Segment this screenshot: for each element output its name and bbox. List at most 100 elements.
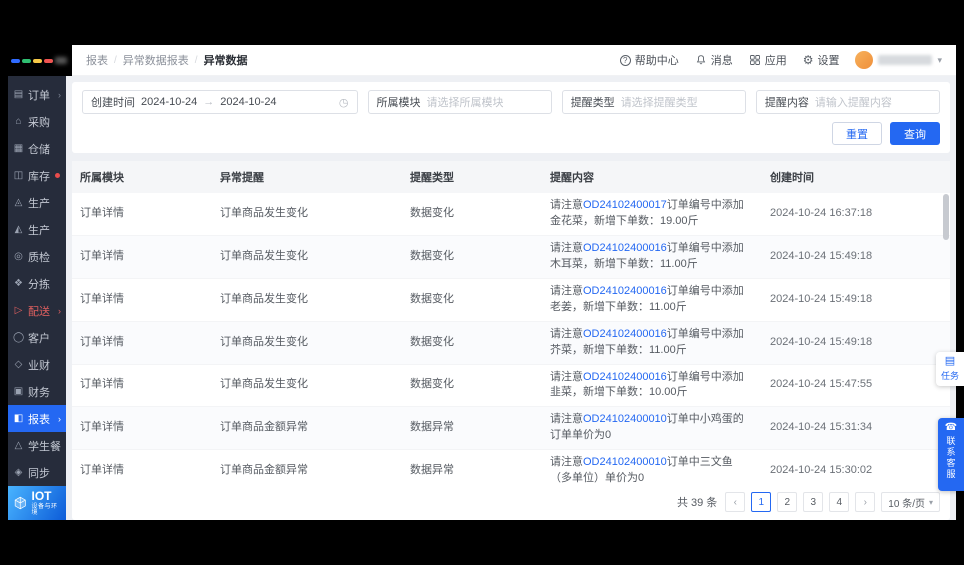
customer-icon: ◯ xyxy=(13,332,24,343)
sidebar-item-production-1[interactable]: ◬ 生产 xyxy=(8,189,66,216)
order-id-link[interactable]: OD24102400010 xyxy=(583,456,667,468)
module-select-label: 所属模块 xyxy=(377,94,421,110)
page-size-select[interactable]: 10 条/页 ▾ xyxy=(881,492,940,512)
sidebar-item-label: 客户 xyxy=(28,330,50,346)
breadcrumb-exception-report[interactable]: 异常数据报表 xyxy=(123,52,189,68)
sidebar-item-label: 业财 xyxy=(28,357,50,373)
sidebar-item-label: 财务 xyxy=(28,384,50,400)
sidebar-item-reports[interactable]: ◧ 报表 › xyxy=(8,405,66,432)
phone-icon: ☎ xyxy=(941,423,961,433)
cell-content: 请注意OD24102400017订单编号中添加金花菜，新增下单数：19.00斤 xyxy=(542,193,762,235)
table-row[interactable]: 订单详情 订单商品金额异常 数据异常 请注意OD24102400010订单中小鸡… xyxy=(72,407,950,450)
sync-icon: ◈ xyxy=(13,467,24,478)
exception-table-card: 所属模块 异常提醒 提醒类型 提醒内容 创建时间 订单详情 订单商品发生变化 数… xyxy=(72,161,950,520)
cell-content: 请注意OD24102400016订单编号中添加木耳菜，新增下单数：11.00斤 xyxy=(542,235,762,278)
table-row[interactable]: 订单详情 订单商品发生变化 数据变化 请注意OD24102400017订单编号中… xyxy=(72,193,950,235)
order-id-link[interactable]: OD24102400010 xyxy=(583,413,667,425)
cell-time: 2024-10-24 15:47:55 xyxy=(762,364,950,407)
sidebar-item-quality[interactable]: ◎ 质检 xyxy=(8,243,66,270)
task-float-label: 任务 xyxy=(939,369,961,382)
page-size-value: 10 条/页 xyxy=(888,495,925,510)
col-created-time: 创建时间 xyxy=(762,161,950,193)
sidebar-item-finance[interactable]: ▣ 财务 xyxy=(8,378,66,405)
sidebar-item-label: 订单 xyxy=(28,87,50,103)
sidebar-item-sorting[interactable]: ❖ 分拣 xyxy=(8,270,66,297)
table-scroll-area[interactable]: 所属模块 异常提醒 提醒类型 提醒内容 创建时间 订单详情 订单商品发生变化 数… xyxy=(72,161,950,484)
next-page-button[interactable]: › xyxy=(855,492,875,512)
chevron-down-icon: ▾ xyxy=(929,498,933,507)
sidebar-item-inventory[interactable]: ◫ 库存 xyxy=(8,162,66,189)
main-frame: ▤ 订单 › ⌂ 采购 ▦ 仓储 ◫ 库存 ◬ 生产 ◭ 生产 ◎ 质检 ❖ 分… xyxy=(8,76,956,520)
alert-type-select[interactable]: 提醒类型 请选择提醒类型 xyxy=(562,90,746,114)
user-menu[interactable]: ▾ xyxy=(855,51,942,69)
task-float-button[interactable]: ▤ 任务 xyxy=(936,352,964,386)
user-name-redacted xyxy=(878,55,932,65)
apps-button[interactable]: 应用 xyxy=(749,52,787,68)
messages-button[interactable]: 消息 xyxy=(695,52,733,68)
table-scrollbar[interactable] xyxy=(943,194,949,274)
sidebar-item-purchase[interactable]: ⌂ 采购 xyxy=(8,108,66,135)
table-row[interactable]: 订单详情 订单商品发生变化 数据变化 请注意OD24102400016订单编号中… xyxy=(72,235,950,278)
reset-button[interactable]: 重置 xyxy=(832,122,882,145)
page-button-4[interactable]: 4 xyxy=(829,492,849,512)
help-center-button[interactable]: ? 帮助中心 xyxy=(620,52,679,68)
gear-icon: ⚙ xyxy=(803,54,814,66)
table-row[interactable]: 订单详情 订单商品发生变化 数据变化 请注意OD24102400016订单编号中… xyxy=(72,278,950,321)
sidebar-item-student-meal[interactable]: △ 学生餐 xyxy=(8,432,66,459)
breadcrumb: 报表 / 异常数据报表 / 异常数据 xyxy=(86,52,248,68)
sidebar-item-label: 生产 xyxy=(28,195,50,211)
module-select[interactable]: 所属模块 请选择所属模块 xyxy=(368,90,552,114)
page-button-1[interactable]: 1 xyxy=(751,492,771,512)
filter-panel: 创建时间 2024-10-24 → 2024-10-24 ◷ 所属模块 请选择所… xyxy=(72,82,950,153)
sidebar-item-sync[interactable]: ◈ 同步 xyxy=(8,459,66,486)
table-row[interactable]: 订单详情 订单商品发生变化 数据变化 请注意OD24102400016订单编号中… xyxy=(72,321,950,364)
sidebar-item-delivery[interactable]: ▷ 配送 › xyxy=(8,297,66,324)
order-id-link[interactable]: OD24102400016 xyxy=(583,285,667,297)
cell-type: 数据变化 xyxy=(402,235,542,278)
contact-service-float-button[interactable]: ☎ 联系客服 xyxy=(938,418,964,491)
cell-module: 订单详情 xyxy=(72,193,212,235)
table-row[interactable]: 订单详情 订单商品金额异常 数据异常 请注意OD24102400010订单中三文… xyxy=(72,450,950,484)
page-header: 报表 / 异常数据报表 / 异常数据 ? 帮助中心 消息 xyxy=(72,45,956,76)
cell-module: 订单详情 xyxy=(72,321,212,364)
table-header-row: 所属模块 异常提醒 提醒类型 提醒内容 创建时间 xyxy=(72,161,950,193)
alert-content-input[interactable]: 提醒内容 请输入提醒内容 xyxy=(756,90,940,114)
breadcrumb-reports[interactable]: 报表 xyxy=(86,52,108,68)
chevron-down-icon: ▾ xyxy=(937,55,942,66)
order-id-link[interactable]: OD24102400017 xyxy=(583,199,667,211)
sidebar-item-production-2[interactable]: ◭ 生产 xyxy=(8,216,66,243)
sidebar-item-customers[interactable]: ◯ 客户 xyxy=(8,324,66,351)
order-id-link[interactable]: OD24102400016 xyxy=(583,242,667,254)
sidebar-item-biz-finance[interactable]: ◇ 业财 xyxy=(8,351,66,378)
alert-type-placeholder: 请选择提醒类型 xyxy=(621,94,698,110)
sidebar-item-warehouse[interactable]: ▦ 仓储 xyxy=(8,135,66,162)
module-select-placeholder: 请选择所属模块 xyxy=(427,94,504,110)
inventory-icon: ◫ xyxy=(13,170,24,181)
chevron-right-icon: › xyxy=(58,306,61,316)
clock-icon: ◷ xyxy=(339,96,349,109)
cell-time: 2024-10-24 15:49:18 xyxy=(762,321,950,364)
app-window: 报表 / 异常数据报表 / 异常数据 ? 帮助中心 消息 xyxy=(8,45,956,520)
breadcrumb-separator: / xyxy=(114,55,117,66)
date-range-picker[interactable]: 创建时间 2024-10-24 → 2024-10-24 ◷ xyxy=(82,90,358,114)
order-id-link[interactable]: OD24102400016 xyxy=(583,371,667,383)
search-button[interactable]: 查询 xyxy=(890,122,940,145)
cell-content: 请注意OD24102400016订单编号中添加芥菜，新增下单数：11.00斤 xyxy=(542,321,762,364)
sidebar-item-orders[interactable]: ▤ 订单 › xyxy=(8,81,66,108)
table-row[interactable]: 订单详情 订单商品发生变化 数据变化 请注意OD24102400016订单编号中… xyxy=(72,364,950,407)
content-prefix: 请注意 xyxy=(550,328,583,340)
prev-page-button[interactable]: ‹ xyxy=(725,492,745,512)
date-start-value: 2024-10-24 xyxy=(141,96,197,108)
apps-label: 应用 xyxy=(765,52,787,68)
settings-button[interactable]: ⚙ 设置 xyxy=(803,52,840,68)
cell-time: 2024-10-24 15:49:18 xyxy=(762,278,950,321)
help-icon: ? xyxy=(620,55,631,66)
sidebar-menu: ▤ 订单 › ⌂ 采购 ▦ 仓储 ◫ 库存 ◬ 生产 ◭ 生产 ◎ 质检 ❖ 分… xyxy=(8,76,66,486)
date-end-value: 2024-10-24 xyxy=(220,96,276,108)
page-button-2[interactable]: 2 xyxy=(777,492,797,512)
scrollbar-thumb[interactable] xyxy=(943,194,949,240)
order-id-link[interactable]: OD24102400016 xyxy=(583,328,667,340)
page-button-3[interactable]: 3 xyxy=(803,492,823,512)
content-prefix: 请注意 xyxy=(550,285,583,297)
sidebar-item-label: 生产 xyxy=(28,222,50,238)
